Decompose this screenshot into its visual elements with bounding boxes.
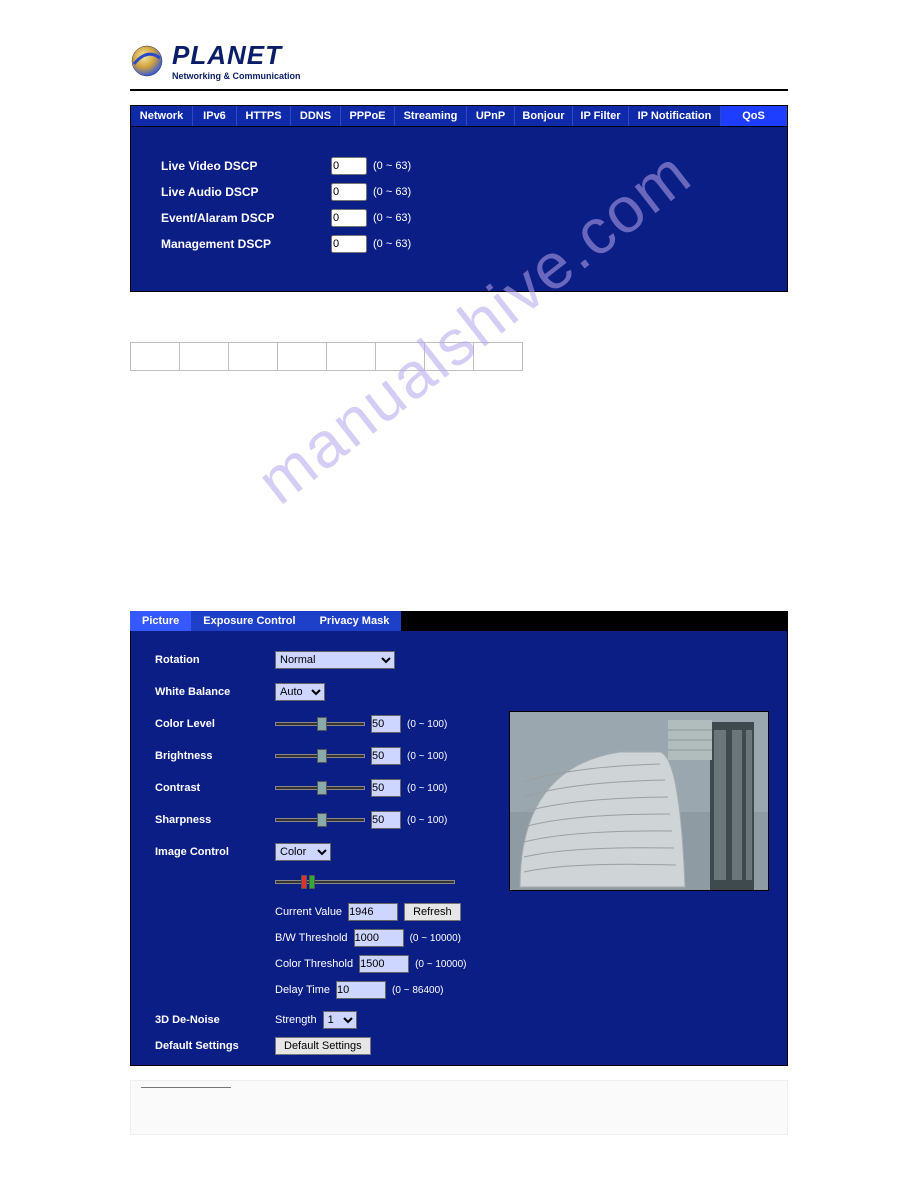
row-delay-time: Delay Time (0 ~ 86400): [155, 981, 491, 999]
tab-streaming[interactable]: Streaming: [395, 106, 467, 126]
row-contrast: Contrast (0 ~ 100): [155, 779, 491, 797]
color-level-value[interactable]: [371, 715, 401, 733]
logo: PLANET Networking & Communication: [130, 40, 788, 81]
tab-picture[interactable]: Picture: [130, 611, 191, 631]
row-3d-denoise: 3D De-Noise Strength 1: [155, 1011, 491, 1029]
qos-dscp-panel: Live Video DSCP (0 ~ 63) Live Audio DSCP…: [130, 127, 788, 292]
tab-upnp[interactable]: UPnP: [467, 106, 515, 126]
camera-preview: [509, 711, 769, 891]
denoise-strength-select[interactable]: 1: [323, 1011, 357, 1029]
dscp-input-live-audio[interactable]: [331, 183, 367, 201]
dscp-row-live-audio: Live Audio DSCP (0 ~ 63): [161, 183, 757, 201]
tab-network[interactable]: Network: [131, 106, 193, 126]
dscp-hint: (0 ~ 63): [373, 238, 411, 250]
dscp-input-event-alarm[interactable]: [331, 209, 367, 227]
row-color-level: Color Level (0 ~ 100): [155, 715, 491, 733]
color-threshold-input[interactable]: [359, 955, 409, 973]
row-current-value: Current Value Refresh: [155, 903, 491, 921]
delay-time-input[interactable]: [336, 981, 386, 999]
tab-qos[interactable]: QoS: [721, 106, 787, 126]
default-settings-button[interactable]: Default Settings: [275, 1037, 371, 1055]
logo-text: PLANET Networking & Communication: [172, 40, 301, 81]
placeholder-table: [130, 342, 523, 371]
dscp-input-live-video[interactable]: [331, 157, 367, 175]
network-tab-bar: Network IPv6 HTTPS DDNS PPPoE Streaming …: [130, 105, 788, 127]
row-default-settings: Default Settings Default Settings: [155, 1037, 491, 1055]
brightness-value[interactable]: [371, 747, 401, 765]
image-control-select[interactable]: Color: [275, 843, 331, 861]
row-white-balance: White Balance Auto: [155, 683, 491, 701]
dscp-label: Live Video DSCP: [161, 159, 331, 173]
contrast-value[interactable]: [371, 779, 401, 797]
dscp-hint: (0 ~ 63): [373, 186, 411, 198]
row-color-threshold: Color Threshold (0 ~ 10000): [155, 955, 491, 973]
row-image-control-slider: [155, 875, 491, 889]
row-brightness: Brightness (0 ~ 100): [155, 747, 491, 765]
rotation-select[interactable]: Normal: [275, 651, 395, 669]
color-level-slider[interactable]: [275, 717, 365, 731]
dscp-label: Management DSCP: [161, 237, 331, 251]
tab-pppoe[interactable]: PPPoE: [341, 106, 395, 126]
camera-tab-bar: Picture Exposure Control Privacy Mask: [130, 611, 788, 631]
tab-ddns[interactable]: DDNS: [291, 106, 341, 126]
dscp-row-event-alarm: Event/Alaram DSCP (0 ~ 63): [161, 209, 757, 227]
current-value-field: [348, 903, 398, 921]
white-balance-select[interactable]: Auto: [275, 683, 325, 701]
tab-ipv6[interactable]: IPv6: [193, 106, 237, 126]
header-divider: [130, 89, 788, 91]
tab-privacy-mask[interactable]: Privacy Mask: [308, 611, 402, 631]
row-rotation: Rotation Normal: [155, 651, 491, 669]
picture-settings-panel: Rotation Normal White Balance Auto Color…: [130, 631, 788, 1066]
row-image-control: Image Control Color: [155, 843, 491, 861]
dscp-hint: (0 ~ 63): [373, 160, 411, 172]
sharpness-value[interactable]: [371, 811, 401, 829]
tab-bonjour[interactable]: Bonjour: [515, 106, 573, 126]
sharpness-slider[interactable]: [275, 813, 365, 827]
dscp-hint: (0 ~ 63): [373, 212, 411, 224]
dscp-row-live-video: Live Video DSCP (0 ~ 63): [161, 157, 757, 175]
tab-ipnotification[interactable]: IP Notification: [629, 106, 721, 126]
planet-globe-icon: [130, 44, 164, 78]
threshold-slider[interactable]: [275, 875, 455, 889]
dscp-label: Event/Alaram DSCP: [161, 211, 331, 225]
row-sharpness: Sharpness (0 ~ 100): [155, 811, 491, 829]
tab-exposure[interactable]: Exposure Control: [191, 611, 307, 631]
brightness-slider[interactable]: [275, 749, 365, 763]
contrast-slider[interactable]: [275, 781, 365, 795]
dscp-input-management[interactable]: [331, 235, 367, 253]
tab-https[interactable]: HTTPS: [237, 106, 291, 126]
tab-ipfilter[interactable]: IP Filter: [573, 106, 629, 126]
bw-threshold-input[interactable]: [354, 929, 404, 947]
footnote-box: [130, 1080, 788, 1135]
dscp-label: Live Audio DSCP: [161, 185, 331, 199]
dscp-row-management: Management DSCP (0 ~ 63): [161, 235, 757, 253]
refresh-button[interactable]: Refresh: [404, 903, 461, 921]
row-bw-threshold: B/W Threshold (0 ~ 10000): [155, 929, 491, 947]
